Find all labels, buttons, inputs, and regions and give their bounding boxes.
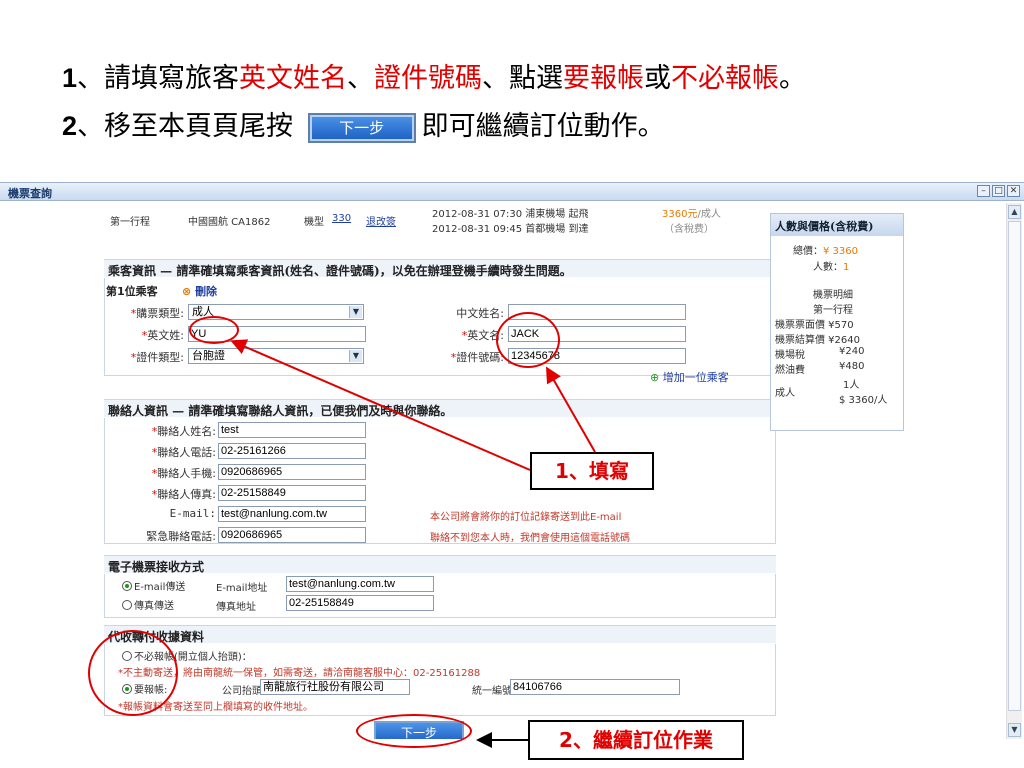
contact-name-input[interactable]: test xyxy=(218,422,366,438)
tax-id-label: 統一編號 xyxy=(472,686,512,697)
id-type-select[interactable]: 台胞證 ▼ xyxy=(188,348,364,364)
eticket-fax-option[interactable]: 傳真傳送 xyxy=(122,597,174,612)
delete-icon: ⊗ xyxy=(182,285,192,298)
company-label: 公司抬頭 xyxy=(222,686,262,697)
cn-name-label: 中文姓名: xyxy=(456,307,504,320)
highlight-first-name-id xyxy=(496,312,560,368)
adult-price: $ 3360/人 xyxy=(839,395,888,406)
ticket-type-label: *購票類型: xyxy=(130,307,184,320)
emergency-note: 聯絡不到您本人時，我們會使用這個電話號碼 xyxy=(430,533,630,544)
delete-passenger-button[interactable]: ⊗ 刪除 xyxy=(182,283,217,299)
vertical-scrollbar[interactable]: ▲ ▼ xyxy=(1006,203,1022,739)
highlight-next-button xyxy=(356,714,472,748)
invoice-section-header: 代收轉付收據資料 xyxy=(104,625,776,644)
add-passenger-button[interactable]: ⊕ 增加一位乘客 xyxy=(650,369,729,385)
id-no-label: *證件號碼: xyxy=(450,351,504,364)
arrive-info: 2012-08-31 09:45 首都機場 到達 xyxy=(432,224,589,235)
airline: 中國國航 CA1862 xyxy=(188,217,271,228)
window-title: 機票查詢 xyxy=(8,187,52,200)
next-button-illustration: 下一步 xyxy=(307,112,416,143)
count-row: 人數：1 xyxy=(813,262,850,273)
fuel-label: 燃油費 xyxy=(775,365,805,376)
company-input[interactable]: 南龍旅行社股份有限公司 xyxy=(260,679,410,695)
adult-count: 1人 xyxy=(843,380,860,391)
window-titlebar: 機票查詢 – □ ✕ xyxy=(0,183,1024,201)
airport-tax-label: 機場稅 xyxy=(775,350,805,361)
maximize-icon[interactable]: □ xyxy=(992,185,1005,197)
id-type-label: *證件類型: xyxy=(130,351,184,364)
contact-phone-label: *聯絡人電話: xyxy=(151,446,216,459)
radio-selected-icon xyxy=(122,581,132,591)
settle-price: 機票結算價 ¥2640 xyxy=(775,335,860,346)
chevron-down-icon: ▼ xyxy=(349,306,362,318)
close-icon[interactable]: ✕ xyxy=(1007,185,1020,197)
sidebar-title: 人數與價格(含稅費) xyxy=(771,214,903,236)
emergency-phone-label: 緊急聯絡電話: xyxy=(146,530,216,543)
highlight-last-name xyxy=(189,316,239,344)
detail-segment: 第一行程 xyxy=(813,305,853,316)
first-name-label: *英文名: xyxy=(461,329,504,342)
eticket-email-option[interactable]: E-mail傳送 xyxy=(122,578,185,593)
contact-email-input[interactable]: test@nanlung.com.tw xyxy=(218,506,366,522)
eticket-section xyxy=(104,574,776,618)
plus-circle-icon: ⊕ xyxy=(650,371,660,384)
refund-link[interactable]: 退改簽 xyxy=(366,213,396,228)
price-sidebar: 人數與價格(含稅費) 總價：¥ 3360 人數：1 機票明細 第一行程 機票票面… xyxy=(770,213,904,431)
email-note: 本公司將會將你的訂位記錄寄送到此E-mail xyxy=(430,512,622,523)
slide: 1、請填寫旅客英文姓名、證件號碼、點選要報帳或不必報帳。 2、移至本頁頁尾按 下… xyxy=(0,0,1024,768)
contact-fax-label: *聯絡人傳真: xyxy=(151,488,216,501)
eticket-fax-input[interactable]: 02-25158849 xyxy=(286,595,434,611)
highlight-invoice-options xyxy=(88,630,178,716)
scroll-thumb[interactable] xyxy=(1008,221,1021,711)
callout-continue: 2、繼續訂位作業 xyxy=(528,720,744,760)
instruction-line-1: 1、請填寫旅客英文姓名、證件號碼、點選要報帳或不必報帳。 xyxy=(62,63,807,94)
fuel-value: ¥480 xyxy=(839,361,865,372)
minimize-icon[interactable]: – xyxy=(977,185,990,197)
contact-mobile-label: *聯絡人手機: xyxy=(151,467,216,480)
radio-icon xyxy=(122,600,132,610)
face-price: 機票票面價 ¥570 xyxy=(775,320,854,331)
eticket-email-input[interactable]: test@nanlung.com.tw xyxy=(286,576,434,592)
price: 3360元 xyxy=(662,209,698,220)
instruction-line-2: 2、移至本頁頁尾按 下一步 即可繼續訂位動作。 xyxy=(62,111,665,143)
depart-info: 2012-08-31 07:30 浦東機場 起飛 xyxy=(432,209,589,220)
tax-id-input[interactable]: 84106766 xyxy=(510,679,680,695)
adult-label: 成人 xyxy=(775,388,795,399)
contact-fax-input[interactable]: 02-25158849 xyxy=(218,485,366,501)
model-link[interactable]: 330 xyxy=(332,213,351,224)
price-per: /成人 xyxy=(697,209,721,220)
eticket-section-header: 電子機票接收方式 xyxy=(104,555,776,574)
tax-note: （含稅费） xyxy=(664,224,714,235)
emergency-phone-input[interactable]: 0920686965 xyxy=(218,527,366,543)
contact-mobile-input[interactable]: 0920686965 xyxy=(218,464,366,480)
scroll-down-icon[interactable]: ▼ xyxy=(1008,723,1021,737)
contact-section-header: 聯絡人資訊 — 請準確填寫聯絡人資訊，已便我們及時與你聯絡。 xyxy=(104,399,776,418)
eticket-email-field-label: E-mail地址 xyxy=(216,583,268,594)
passenger-title: 第1位乘客 xyxy=(106,285,158,298)
model-label: 機型 xyxy=(304,217,324,228)
segment-label: 第一行程 xyxy=(110,217,150,228)
chevron-down-icon: ▼ xyxy=(349,350,362,362)
airport-tax-value: ¥240 xyxy=(839,346,865,357)
passenger-section-header: 乘客資訊 — 請準確填寫乘客資訊(姓名、證件號碼)，以免在辦理登機手續時發生問題… xyxy=(104,259,776,278)
contact-email-label: E-mail: xyxy=(169,507,216,520)
contact-phone-input[interactable]: 02-25161266 xyxy=(218,443,366,459)
last-name-label: *英文姓: xyxy=(141,329,184,342)
contact-name-label: *聯絡人姓名: xyxy=(151,425,216,438)
eticket-fax-field-label: 傳真地址 xyxy=(216,602,256,613)
detail-label: 機票明細 xyxy=(813,290,853,301)
callout-fill: 1、填寫 xyxy=(530,452,654,490)
scroll-up-icon[interactable]: ▲ xyxy=(1008,205,1021,219)
total-row: 總價：¥ 3360 xyxy=(793,246,858,257)
